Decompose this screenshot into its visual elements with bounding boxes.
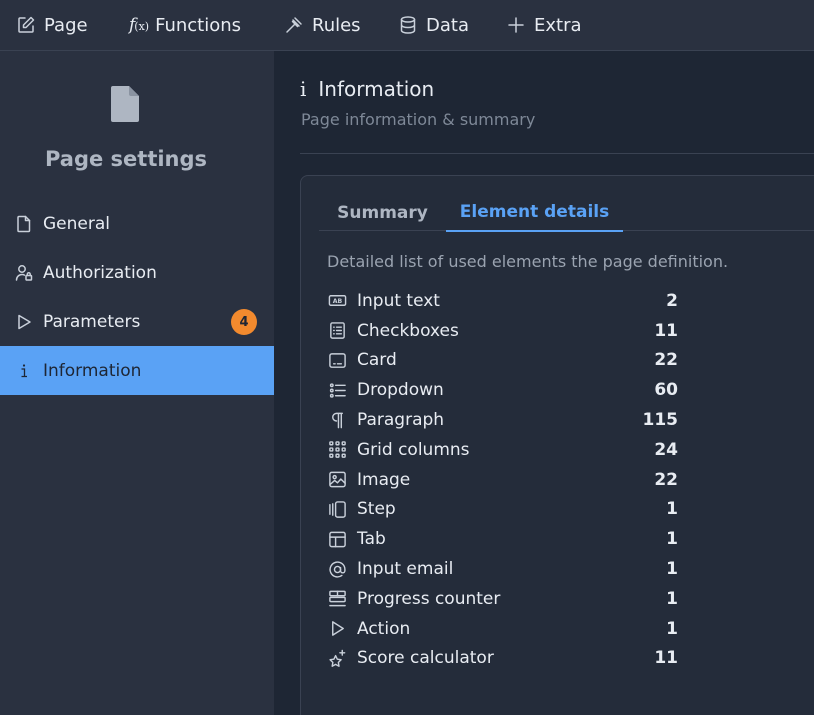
database-icon: [400, 16, 416, 34]
list-item: Paragraph 115: [326, 405, 686, 435]
element-list: AB Input text 2 Checkboxes 11 Card 22 Dr…: [326, 286, 686, 673]
sidebar-item-parameters[interactable]: Parameters 4: [0, 297, 274, 346]
sidebar-item-information[interactable]: Information: [0, 346, 274, 395]
input-text-icon: AB: [326, 291, 348, 311]
list-item: Step 1: [326, 495, 686, 525]
element-count: 24: [654, 439, 678, 460]
sidebar-title: Page settings: [44, 147, 208, 171]
info-icon: [14, 361, 34, 381]
element-count: 2: [666, 290, 678, 311]
element-label: Progress counter: [357, 588, 501, 609]
element-count: 115: [642, 410, 679, 431]
top-toolbar: Page f(x) Functions Rules Data Extra: [0, 0, 814, 51]
grid-icon: [326, 440, 348, 460]
sidebar-item-label: General: [43, 213, 110, 234]
element-count: 1: [666, 618, 678, 639]
element-count: 1: [666, 559, 678, 580]
tab-bar: Summary Element details: [319, 194, 814, 232]
element-details-description: Detailed list of used elements the page …: [327, 252, 729, 271]
element-label: Card: [357, 350, 397, 371]
svg-text:AB: AB: [332, 298, 342, 305]
information-card: Summary Element details Detailed list of…: [300, 175, 814, 715]
page-menu-button[interactable]: Page: [16, 0, 88, 51]
page-title-text: Information: [318, 77, 435, 101]
sidebar-item-general[interactable]: General: [0, 199, 274, 248]
element-count: 1: [666, 529, 678, 550]
list-item: Grid columns 24: [326, 435, 686, 465]
edit-icon: [18, 16, 35, 33]
checklist-icon: [326, 321, 348, 341]
list-item: Tab 1: [326, 524, 686, 554]
progress-icon: [326, 589, 348, 609]
element-label: Input email: [357, 559, 454, 580]
gavel-icon: [286, 17, 302, 33]
card-icon: [326, 350, 348, 370]
at-icon: [326, 559, 348, 579]
extra-menu-label: Extra: [534, 14, 582, 36]
sidebar-item-authorization[interactable]: Authorization: [0, 248, 274, 297]
page-title: i Information: [300, 77, 434, 101]
list-item: Action 1: [326, 614, 686, 644]
element-count: 1: [666, 588, 678, 609]
extra-menu-button[interactable]: Extra: [506, 0, 582, 51]
list-item: AB Input text 2: [326, 286, 686, 316]
image-icon: [326, 470, 348, 490]
list-item: Progress counter 1: [326, 584, 686, 614]
user-lock-icon: [14, 263, 34, 283]
functions-menu-button[interactable]: f(x) Functions: [129, 0, 241, 51]
parameters-count-badge: 4: [231, 309, 257, 335]
data-menu-button[interactable]: Data: [398, 0, 469, 51]
list-item: Card 22: [326, 346, 686, 376]
list-item: Dropdown 60: [326, 375, 686, 405]
element-count: 11: [654, 648, 678, 669]
page-subtitle: Page information & summary: [301, 110, 536, 129]
element-label: Image: [357, 469, 411, 490]
element-label: Checkboxes: [357, 320, 459, 341]
rules-menu-button[interactable]: Rules: [284, 0, 361, 51]
header-divider: [300, 153, 814, 154]
pilcrow-icon: [326, 410, 348, 430]
element-label: Step: [357, 499, 396, 520]
list-item: Image 22: [326, 465, 686, 495]
function-icon: f(x): [129, 15, 150, 35]
functions-menu-label: Functions: [155, 14, 242, 36]
info-icon: i: [300, 77, 307, 101]
tab-element-details[interactable]: Element details: [446, 194, 623, 232]
page-menu-label: Page: [44, 14, 88, 36]
list-icon: [326, 380, 348, 400]
document-icon: [111, 86, 139, 122]
element-count: 22: [654, 469, 678, 490]
list-item: Input email 1: [326, 554, 686, 584]
file-icon: [14, 214, 34, 234]
element-count: 11: [654, 320, 678, 341]
data-menu-label: Data: [426, 14, 469, 36]
element-label: Tab: [357, 529, 386, 550]
element-label: Grid columns: [357, 439, 470, 460]
element-label: Action: [357, 618, 411, 639]
sidebar-item-label: Authorization: [43, 262, 157, 283]
element-count: 1: [666, 499, 678, 520]
element-label: Input text: [357, 290, 440, 311]
element-label: Score calculator: [357, 648, 494, 669]
list-item: Score calculator 11: [326, 644, 686, 674]
element-label: Dropdown: [357, 380, 444, 401]
tab-summary[interactable]: Summary: [319, 194, 446, 231]
sparkle-star-icon: [326, 648, 348, 668]
sidebar-item-label: Information: [43, 360, 142, 381]
tab-icon: [326, 529, 348, 549]
step-icon: [326, 499, 348, 519]
element-label: Paragraph: [357, 410, 445, 431]
sidebar-item-label: Parameters: [43, 311, 141, 332]
settings-sidebar: Page settings General Authorization Para…: [0, 51, 274, 715]
element-count: 22: [654, 350, 678, 371]
play-icon: [14, 312, 34, 332]
element-count: 60: [654, 380, 678, 401]
rules-menu-label: Rules: [312, 14, 361, 36]
play-icon: [326, 619, 348, 639]
list-item: Checkboxes 11: [326, 316, 686, 346]
plus-icon: [508, 17, 524, 33]
